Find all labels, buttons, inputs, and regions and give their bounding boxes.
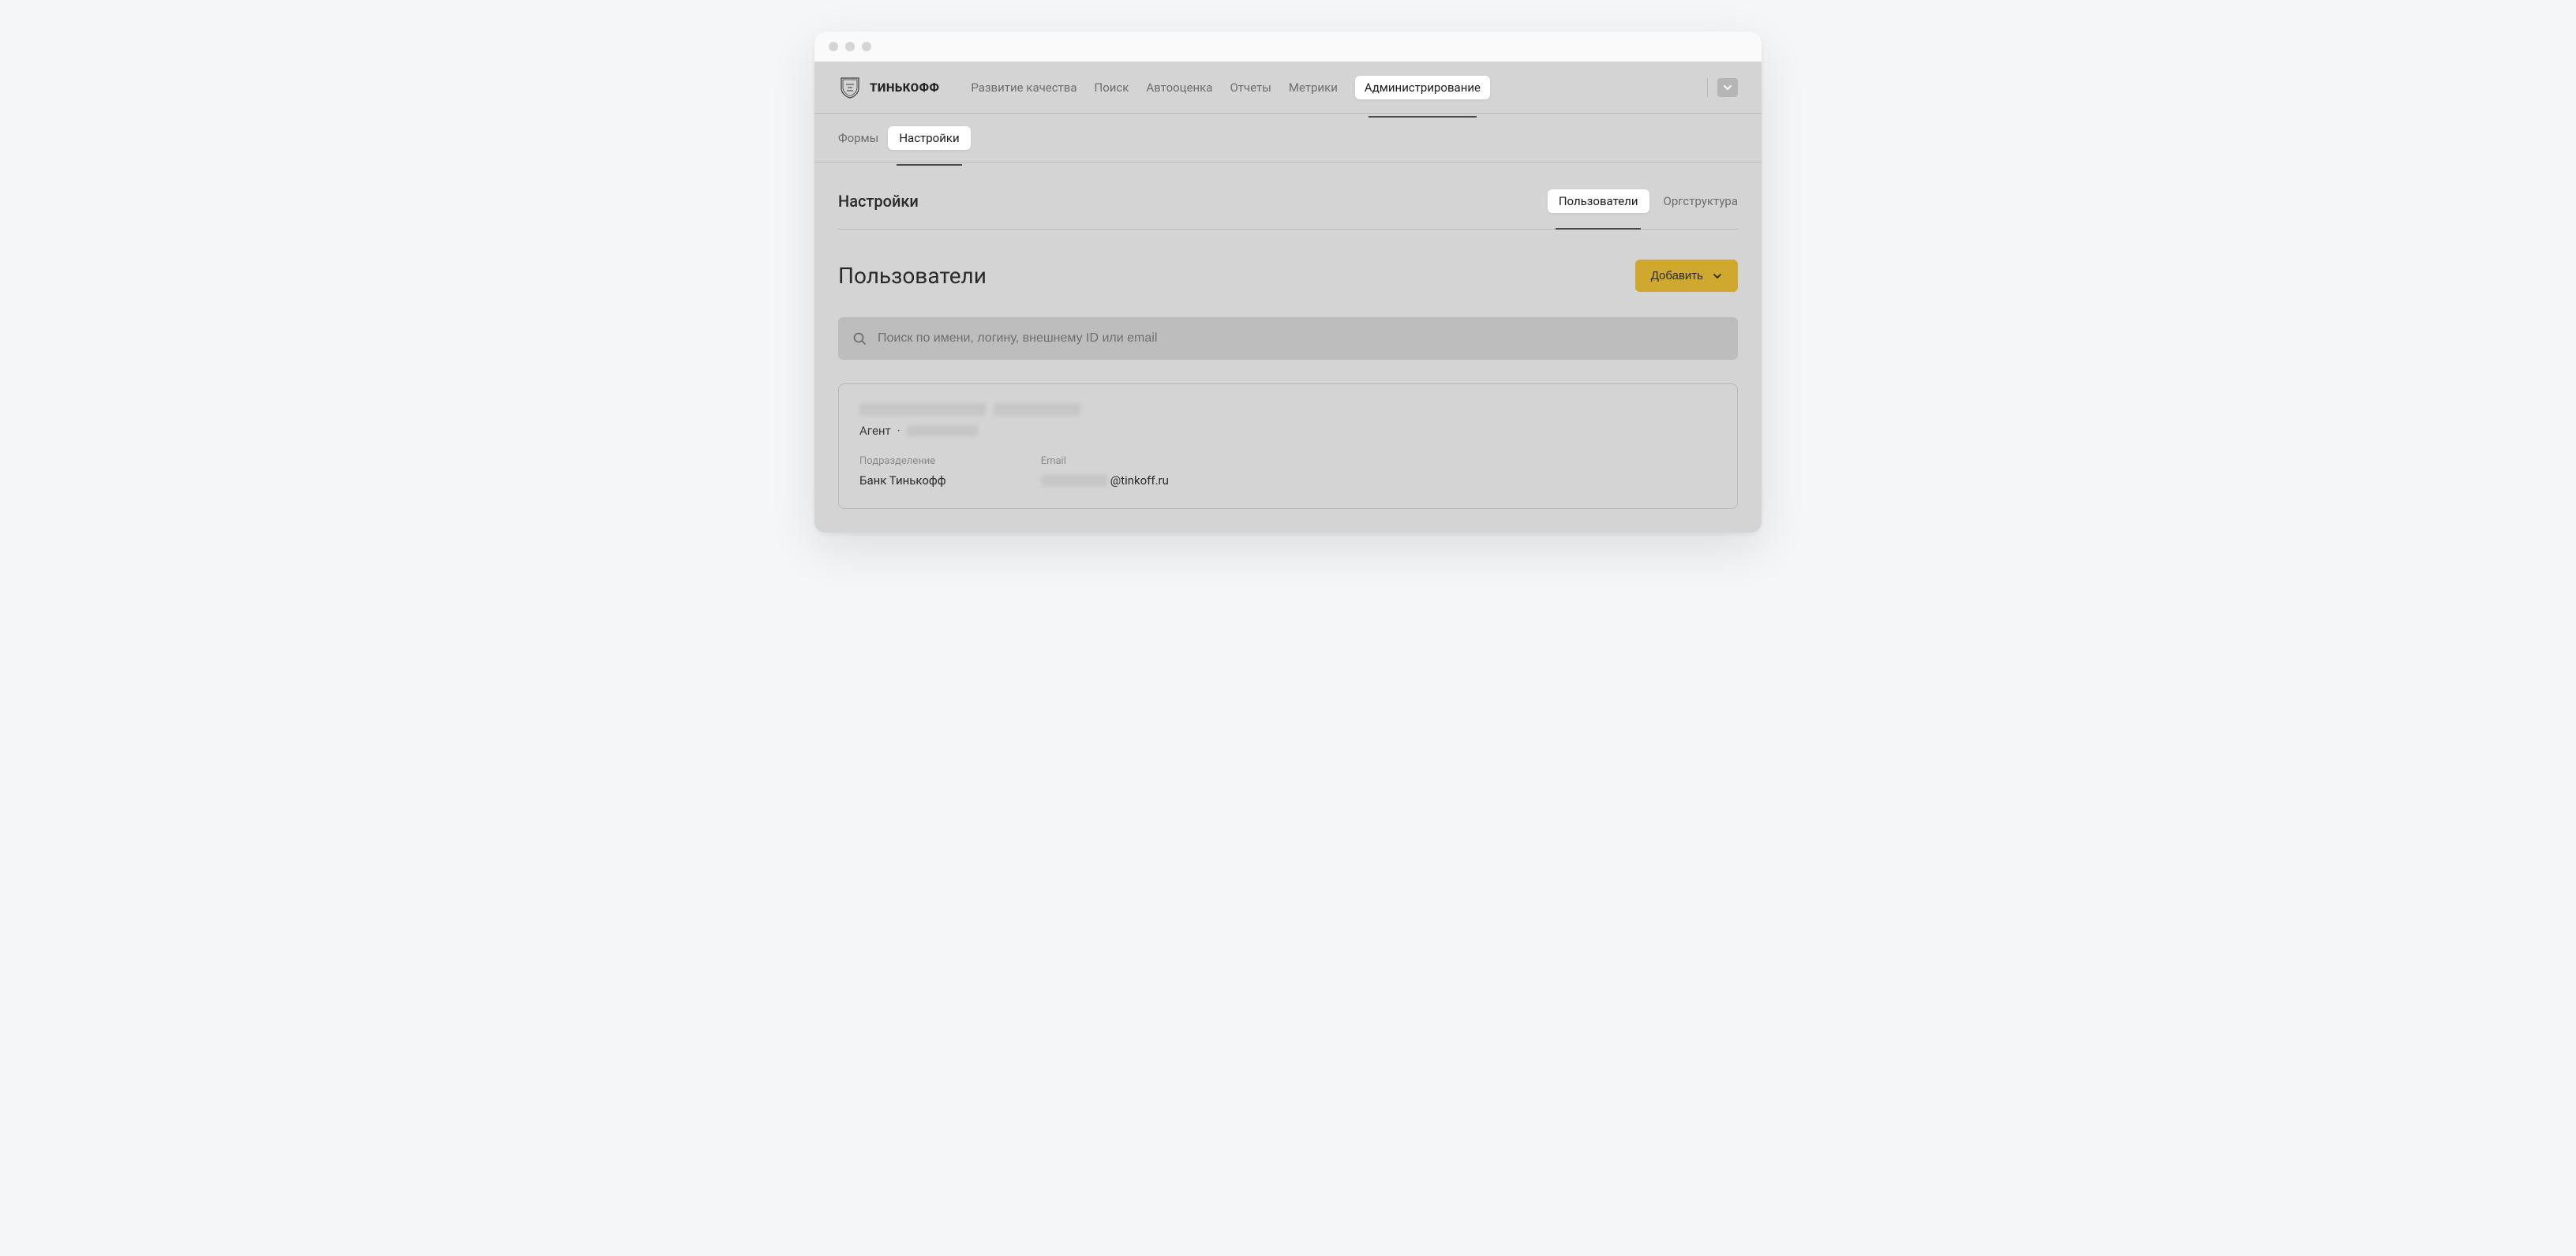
subnav-item-forms[interactable]: Формы	[838, 126, 878, 150]
shield-icon	[838, 76, 862, 99]
user-card[interactable]: Агент · Подразделение Банк Тинькофф Emai…	[838, 383, 1738, 509]
nav-right	[1707, 78, 1738, 97]
add-button[interactable]: Добавить	[1635, 260, 1738, 292]
user-fields: Подразделение Банк Тинькофф Email @tinko…	[859, 455, 1717, 488]
user-menu-button[interactable]	[1717, 78, 1738, 97]
department-value: Банк Тинькофф	[859, 473, 946, 488]
search-box[interactable]	[838, 317, 1738, 360]
brand-logo[interactable]: ТИНЬКОФФ	[838, 76, 939, 99]
email-local-redacted	[1041, 475, 1107, 486]
page-title: Пользователи	[838, 263, 987, 289]
settings-header: Настройки Пользователи Оргструктура	[838, 189, 1738, 230]
department-field: Подразделение Банк Тинькофф	[859, 455, 946, 488]
nav-item-quality[interactable]: Развитие качества	[971, 76, 1076, 99]
email-domain: @tinkoff.ru	[1110, 473, 1169, 488]
brand-name: ТИНЬКОФФ	[870, 80, 939, 95]
add-button-label: Добавить	[1651, 269, 1703, 282]
email-value: @tinkoff.ru	[1041, 473, 1169, 488]
nav-item-admin[interactable]: Администрирование	[1355, 76, 1490, 99]
app-body: ТИНЬКОФФ Развитие качества Поиск Автооце…	[814, 62, 1762, 533]
email-label: Email	[1041, 455, 1169, 467]
nav-list: Развитие качества Поиск Автооценка Отчет…	[971, 76, 1490, 99]
user-name-row	[859, 403, 1717, 416]
window-minimize-dot[interactable]	[845, 42, 855, 51]
top-nav: ТИНЬКОФФ Развитие качества Поиск Автооце…	[814, 62, 1762, 114]
settings-tabs: Пользователи Оргструктура	[1548, 189, 1738, 213]
email-field: Email @tinkoff.ru	[1041, 455, 1169, 488]
sub-nav: Формы Настройки	[814, 114, 1762, 163]
content-area: Настройки Пользователи Оргструктура Поль…	[814, 163, 1762, 533]
nav-item-metrics[interactable]: Метрики	[1289, 76, 1338, 99]
nav-item-reports[interactable]: Отчеты	[1230, 76, 1271, 99]
chevron-down-icon	[1722, 82, 1733, 93]
user-name-redacted-2	[994, 403, 1080, 416]
user-name-redacted	[859, 403, 986, 416]
page-header: Пользователи Добавить	[838, 260, 1738, 292]
window-titlebar	[814, 32, 1762, 62]
user-role-label: Агент	[859, 424, 891, 438]
nav-item-autoassess[interactable]: Автооценка	[1146, 76, 1212, 99]
chevron-down-icon	[1713, 271, 1722, 281]
settings-title: Настройки	[838, 192, 919, 211]
window-maximize-dot[interactable]	[862, 42, 871, 51]
user-login-redacted	[907, 425, 978, 436]
window-close-dot[interactable]	[829, 42, 838, 51]
user-role-row: Агент ·	[859, 424, 1717, 438]
search-icon	[852, 331, 867, 346]
nav-divider	[1707, 78, 1708, 97]
subnav-item-settings[interactable]: Настройки	[888, 126, 970, 150]
nav-item-search[interactable]: Поиск	[1095, 76, 1129, 99]
tab-users[interactable]: Пользователи	[1548, 189, 1649, 213]
search-input[interactable]	[878, 331, 1724, 346]
app-window: ТИНЬКОФФ Развитие качества Поиск Автооце…	[814, 32, 1762, 533]
tab-orgstructure[interactable]: Оргструктура	[1664, 189, 1738, 213]
separator-dot: ·	[897, 424, 900, 438]
department-label: Подразделение	[859, 455, 946, 467]
